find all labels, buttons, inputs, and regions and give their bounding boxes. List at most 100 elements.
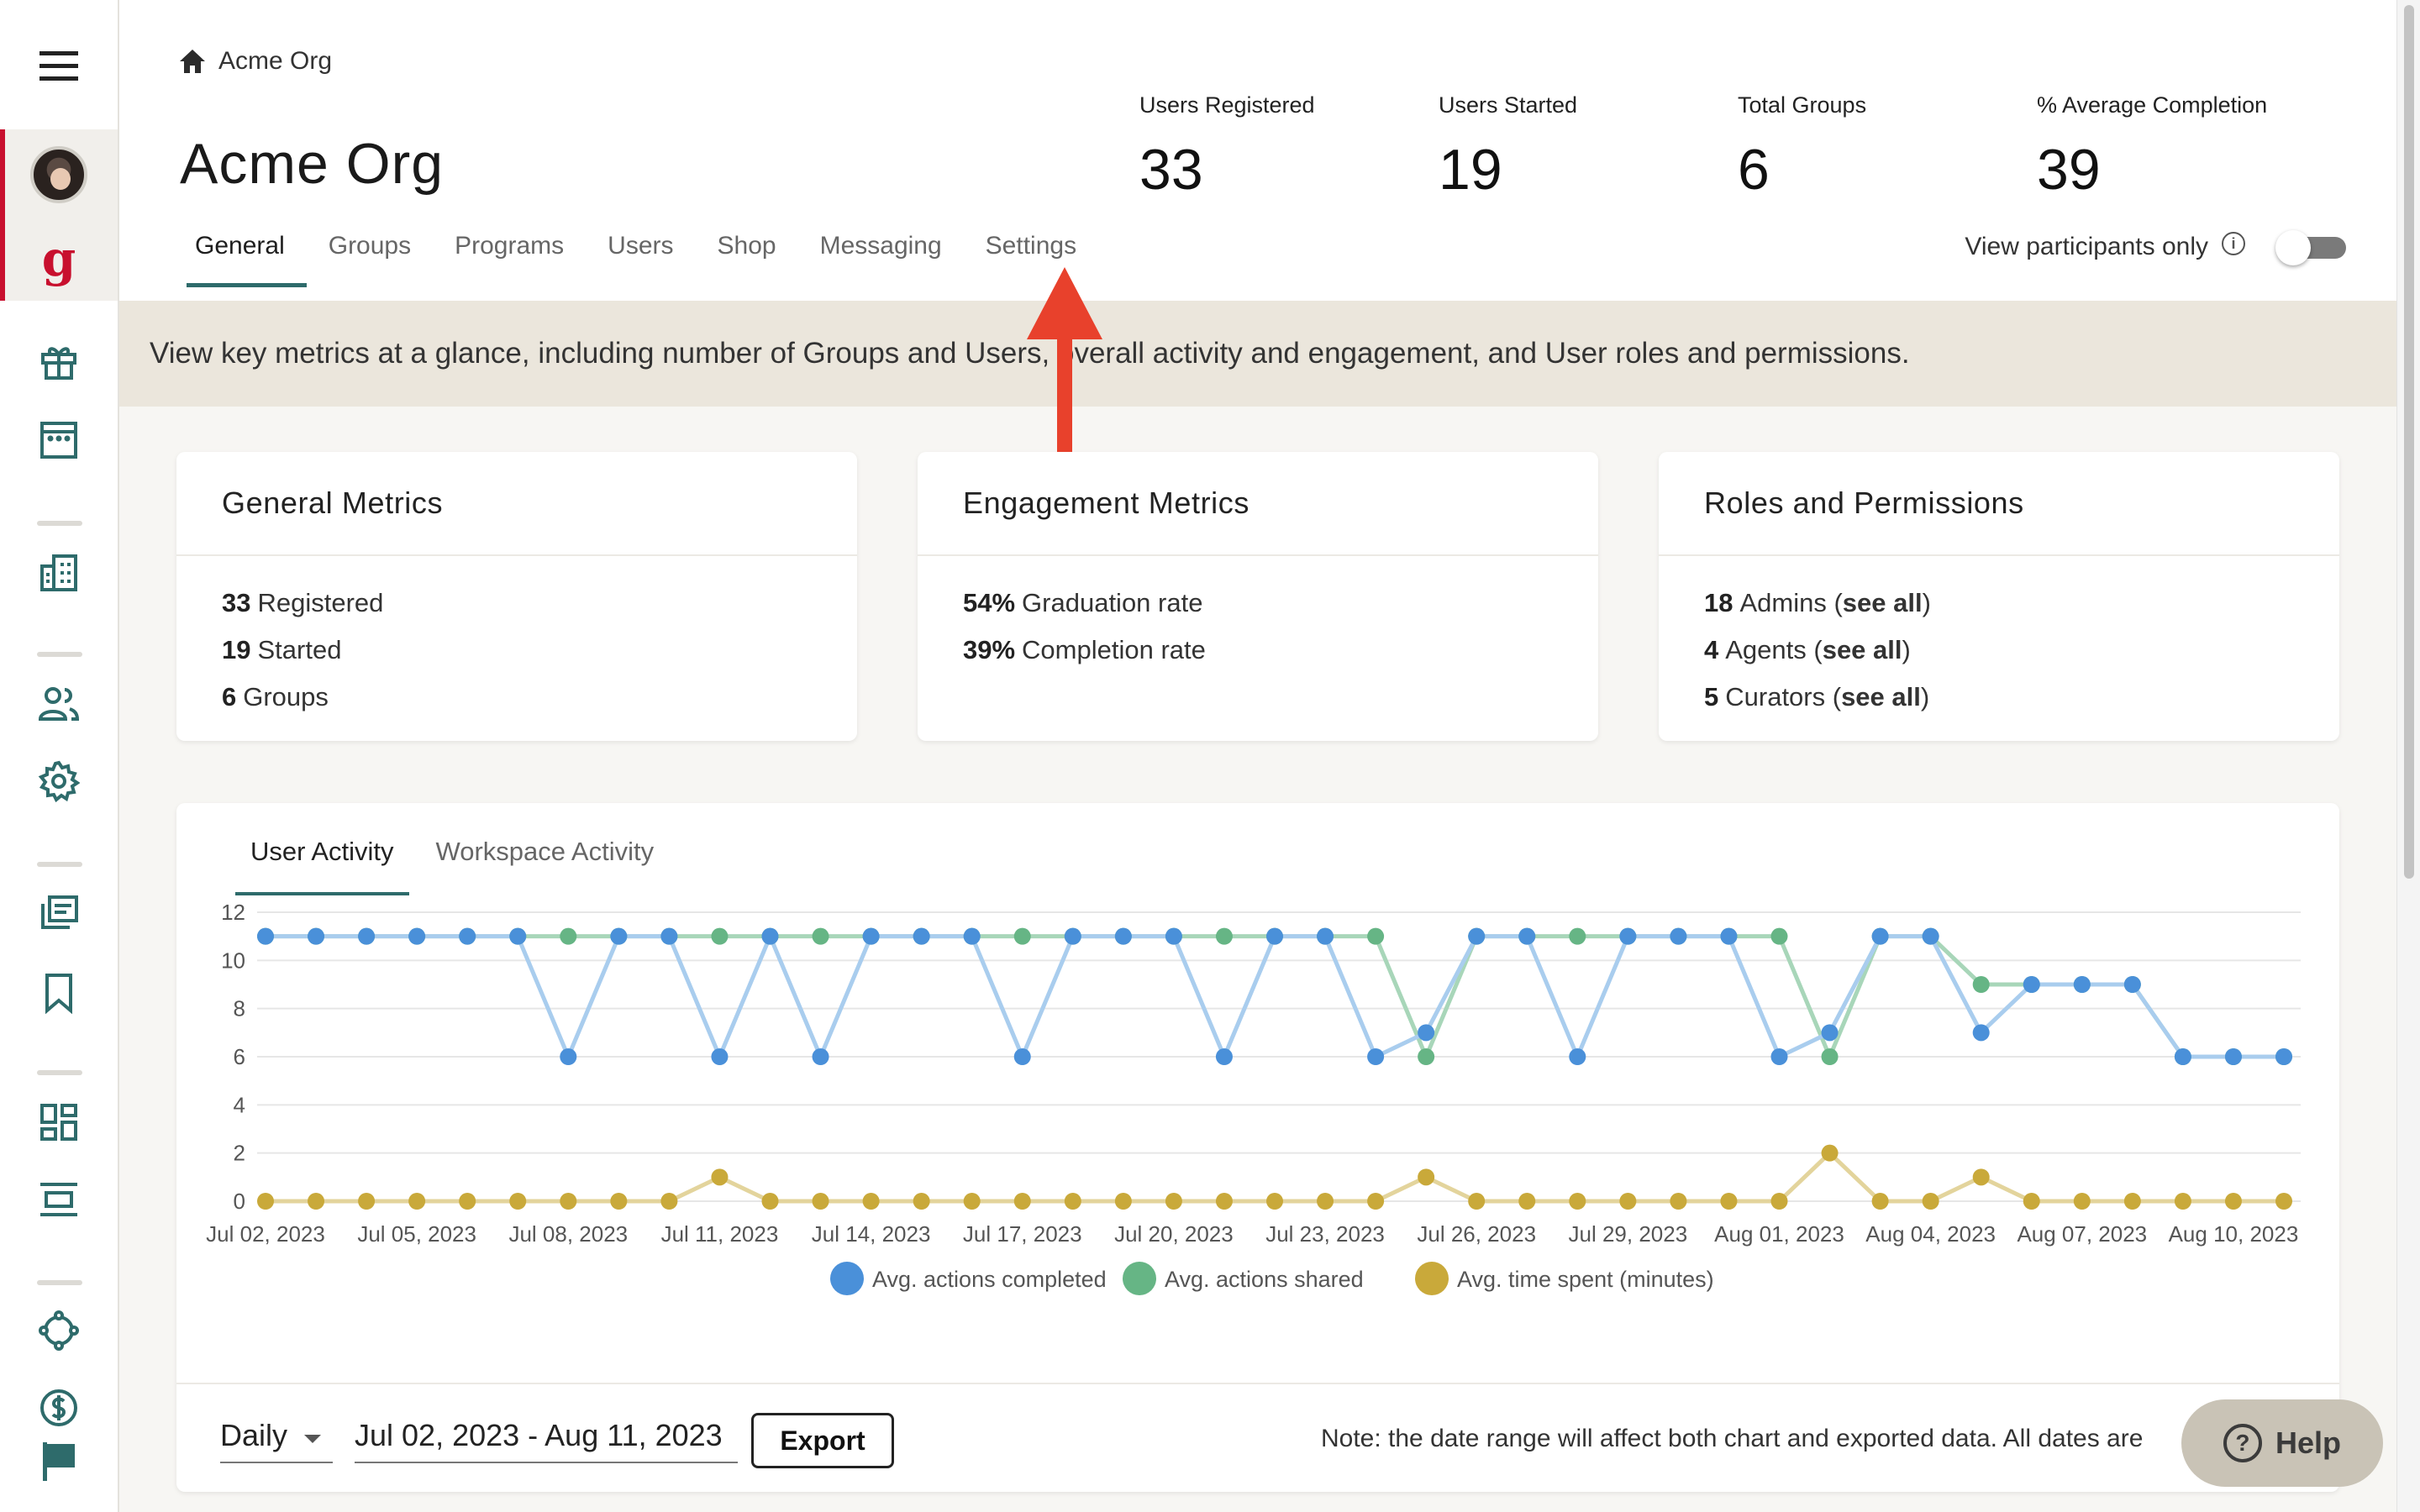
data-point — [1770, 1048, 1788, 1065]
tab-messaging[interactable]: Messaging — [798, 232, 964, 286]
role-curators: 5 Curators (see all) — [1704, 682, 1930, 712]
data-point — [610, 1193, 628, 1210]
gear-icon[interactable] — [0, 754, 118, 808]
chevron-down-icon — [304, 1435, 321, 1443]
flag-icon[interactable] — [0, 1435, 118, 1488]
engagement-metrics-card: Engagement Metrics 54% Graduation rate 39… — [918, 452, 1598, 741]
legend-label: Avg. time spent (minutes) — [1457, 1267, 1714, 1292]
data-point — [2174, 1193, 2191, 1210]
breadcrumb[interactable]: Acme Org — [178, 47, 332, 76]
y-tick-label: 8 — [234, 996, 245, 1021]
data-point — [1215, 1193, 1233, 1210]
page-scrollbar[interactable] — [2396, 0, 2420, 1512]
data-point — [1013, 1048, 1031, 1065]
roles-permissions-card: Roles and Permissions 18 Admins (see all)… — [1659, 452, 2339, 741]
data-point — [2123, 1193, 2141, 1210]
stat-value: 6 — [1738, 138, 1770, 202]
calendar-icon[interactable] — [0, 413, 118, 467]
users-icon[interactable] — [0, 677, 118, 731]
info-icon[interactable]: i — [2222, 232, 2245, 255]
metric-completion-rate: 39% Completion rate — [963, 635, 1206, 664]
data-point — [1619, 927, 1637, 945]
data-point — [1367, 927, 1385, 945]
dashboard-icon[interactable] — [0, 1095, 118, 1149]
data-point — [2073, 976, 2091, 993]
view-participants-toggle[interactable] — [2275, 230, 2346, 265]
data-point — [1317, 1193, 1334, 1210]
stat-value: 39 — [2037, 138, 2101, 202]
x-tick-label: Aug 07, 2023 — [2017, 1221, 2147, 1247]
x-tick-label: Aug 04, 2023 — [1865, 1221, 1996, 1247]
data-point — [358, 1193, 376, 1210]
data-point — [560, 1193, 577, 1210]
date-range-input[interactable]: Jul 02, 2023 - Aug 11, 2023 — [355, 1410, 738, 1463]
gift-icon[interactable] — [0, 334, 118, 388]
tab-programs[interactable]: Programs — [433, 232, 586, 286]
menu-icon[interactable] — [0, 37, 118, 96]
data-point — [1418, 1024, 1435, 1042]
data-point — [1215, 927, 1233, 945]
data-point — [1064, 1193, 1081, 1210]
help-label: Help — [2275, 1425, 2341, 1460]
tab-groups[interactable]: Groups — [307, 232, 433, 286]
role-admins: 18 Admins (see all) — [1704, 588, 1931, 618]
data-point — [1317, 927, 1334, 945]
library-icon[interactable] — [0, 887, 118, 941]
page-header: Acme Org Acme Org Users Registered 33 Us… — [119, 0, 2396, 301]
dollar-icon[interactable] — [0, 1383, 118, 1433]
general-metrics-card: General Metrics 33 Registered 19 Started 6… — [176, 452, 857, 741]
building-icon[interactable] — [0, 546, 118, 600]
toggle-thumb — [2275, 230, 2311, 265]
data-point — [963, 1193, 981, 1210]
tab-shop[interactable]: Shop — [696, 232, 798, 286]
data-point — [1418, 1048, 1435, 1065]
data-point — [1215, 1048, 1233, 1065]
data-point — [308, 1193, 325, 1210]
main-tabs: General Groups Programs Users Shop Messa… — [187, 232, 1098, 287]
avatar — [30, 146, 87, 203]
tab-user-activity[interactable]: User Activity — [235, 837, 409, 895]
data-point — [1972, 1024, 1990, 1042]
interval-select[interactable]: Daily — [220, 1410, 333, 1463]
x-tick-label: Aug 01, 2023 — [1714, 1221, 1844, 1247]
brand-icon[interactable]: g — [0, 225, 118, 292]
export-button[interactable]: Export — [751, 1413, 894, 1468]
data-point — [1367, 1193, 1385, 1210]
tab-general[interactable]: General — [187, 232, 307, 287]
data-point — [812, 1193, 829, 1210]
y-tick-label: 12 — [221, 904, 245, 925]
data-point — [1972, 1168, 1990, 1186]
see-all-admins-link[interactable]: see all — [1843, 588, 1923, 618]
data-point — [2023, 1193, 2040, 1210]
x-tick-label: Jul 14, 2023 — [812, 1221, 931, 1247]
bookmark-icon[interactable] — [0, 966, 118, 1020]
tab-workspace-activity[interactable]: Workspace Activity — [421, 837, 670, 895]
stat-label: % Average Completion — [2037, 92, 2268, 118]
data-point — [509, 1193, 527, 1210]
user-avatar[interactable] — [0, 141, 118, 208]
legend-label: Avg. actions completed — [872, 1267, 1107, 1292]
scroll-thumb[interactable] — [2404, 5, 2414, 879]
layout-icon[interactable] — [0, 1173, 118, 1226]
see-all-curators-link[interactable]: see all — [1841, 682, 1921, 712]
data-point — [1418, 1168, 1435, 1186]
network-icon[interactable] — [0, 1304, 118, 1357]
data-point — [1871, 927, 1889, 945]
tab-users[interactable]: Users — [586, 232, 695, 286]
data-point — [1165, 1193, 1182, 1210]
card-title: Roles and Permissions — [1659, 452, 2339, 556]
data-point — [862, 1193, 880, 1210]
data-point — [560, 1048, 577, 1065]
data-point — [610, 927, 628, 945]
y-tick-label: 2 — [234, 1141, 245, 1166]
data-point — [459, 927, 476, 945]
stat-label: Users Started — [1439, 92, 1578, 118]
activity-footer: Daily Jul 02, 2023 - Aug 11, 2023 Export… — [176, 1383, 2339, 1492]
x-tick-label: Jul 08, 2023 — [508, 1221, 628, 1247]
data-point — [913, 1193, 930, 1210]
data-point — [2275, 1193, 2292, 1210]
help-button[interactable]: ? Help — [2181, 1399, 2383, 1487]
see-all-agents-link[interactable]: see all — [1823, 635, 1902, 665]
data-point — [1770, 1193, 1788, 1210]
activity-tabs: User Activity Workspace Activity — [235, 837, 681, 895]
